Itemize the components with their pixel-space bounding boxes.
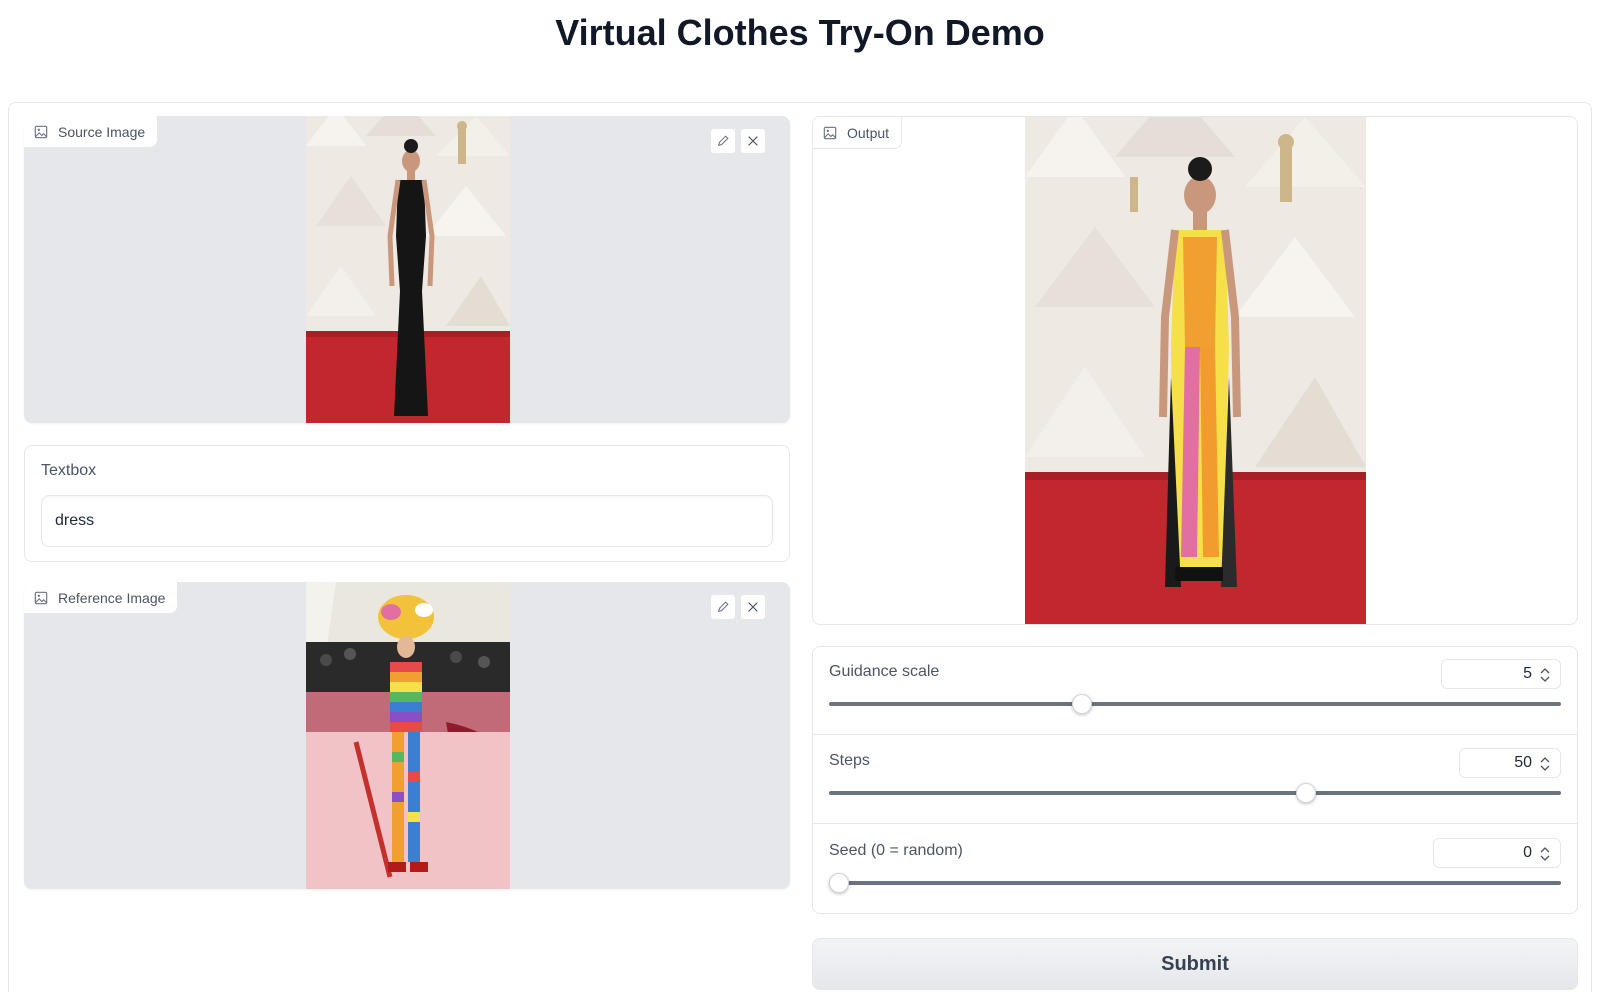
output-panel: Output: [812, 116, 1578, 625]
source-image-panel[interactable]: Source Image: [24, 116, 790, 423]
steps-row: Steps 50: [813, 736, 1577, 824]
submit-button[interactable]: Submit: [812, 938, 1578, 990]
seed-label: Seed (0 = random): [829, 842, 963, 859]
image-icon: [34, 125, 48, 138]
spinner-icon[interactable]: [1539, 845, 1551, 863]
seed-thumb[interactable]: [829, 873, 849, 893]
source-image-label-tag: Source Image: [24, 116, 159, 148]
guidance-scale-track[interactable]: [829, 702, 1561, 706]
guidance-scale-row: Guidance scale 5: [813, 647, 1577, 735]
reference-image-label-tag: Reference Image: [24, 582, 179, 614]
steps-label: Steps: [829, 752, 870, 769]
image-icon: [823, 126, 837, 139]
clothing-type-input[interactable]: [41, 495, 773, 547]
guidance-scale-label: Guidance scale: [829, 663, 940, 680]
reference-image-label: Reference Image: [58, 589, 166, 606]
source-image-label: Source Image: [58, 123, 146, 140]
clear-reference-button[interactable]: [740, 594, 766, 620]
seed-track[interactable]: [829, 881, 1561, 885]
clear-source-button[interactable]: [740, 128, 766, 154]
page-title: Virtual Clothes Try-On Demo: [555, 12, 1045, 53]
textbox-panel: Textbox: [24, 445, 790, 562]
reference-image-panel[interactable]: Reference Image: [24, 582, 790, 889]
settings-panel: Guidance scale 5 Steps 50 Seed (0 = rand…: [812, 646, 1578, 914]
guidance-scale-thumb[interactable]: [1071, 694, 1092, 714]
edit-source-button[interactable]: [710, 128, 736, 154]
guidance-scale-value: 5: [1523, 665, 1532, 682]
seed-value: 0: [1523, 844, 1532, 861]
seed-row: Seed (0 = random) 0: [813, 826, 1577, 913]
close-icon: [748, 602, 758, 612]
reference-image-photo: [306, 582, 510, 889]
output-image-photo: [1025, 117, 1366, 624]
output-label-tag: Output: [813, 117, 903, 149]
steps-number[interactable]: 50: [1459, 748, 1561, 778]
guidance-scale-number[interactable]: 5: [1441, 659, 1561, 689]
image-icon: [34, 591, 48, 604]
steps-value: 50: [1514, 754, 1532, 771]
pencil-icon: [717, 601, 729, 613]
spinner-icon[interactable]: [1539, 755, 1551, 773]
output-label: Output: [847, 124, 890, 141]
source-image-photo: [306, 116, 510, 423]
textbox-label: Textbox: [41, 462, 97, 479]
close-icon: [748, 136, 758, 146]
edit-reference-button[interactable]: [710, 594, 736, 620]
spinner-icon[interactable]: [1539, 666, 1551, 684]
steps-thumb[interactable]: [1295, 783, 1316, 803]
pencil-icon: [717, 135, 729, 147]
steps-track[interactable]: [829, 791, 1561, 795]
seed-number[interactable]: 0: [1433, 838, 1561, 868]
